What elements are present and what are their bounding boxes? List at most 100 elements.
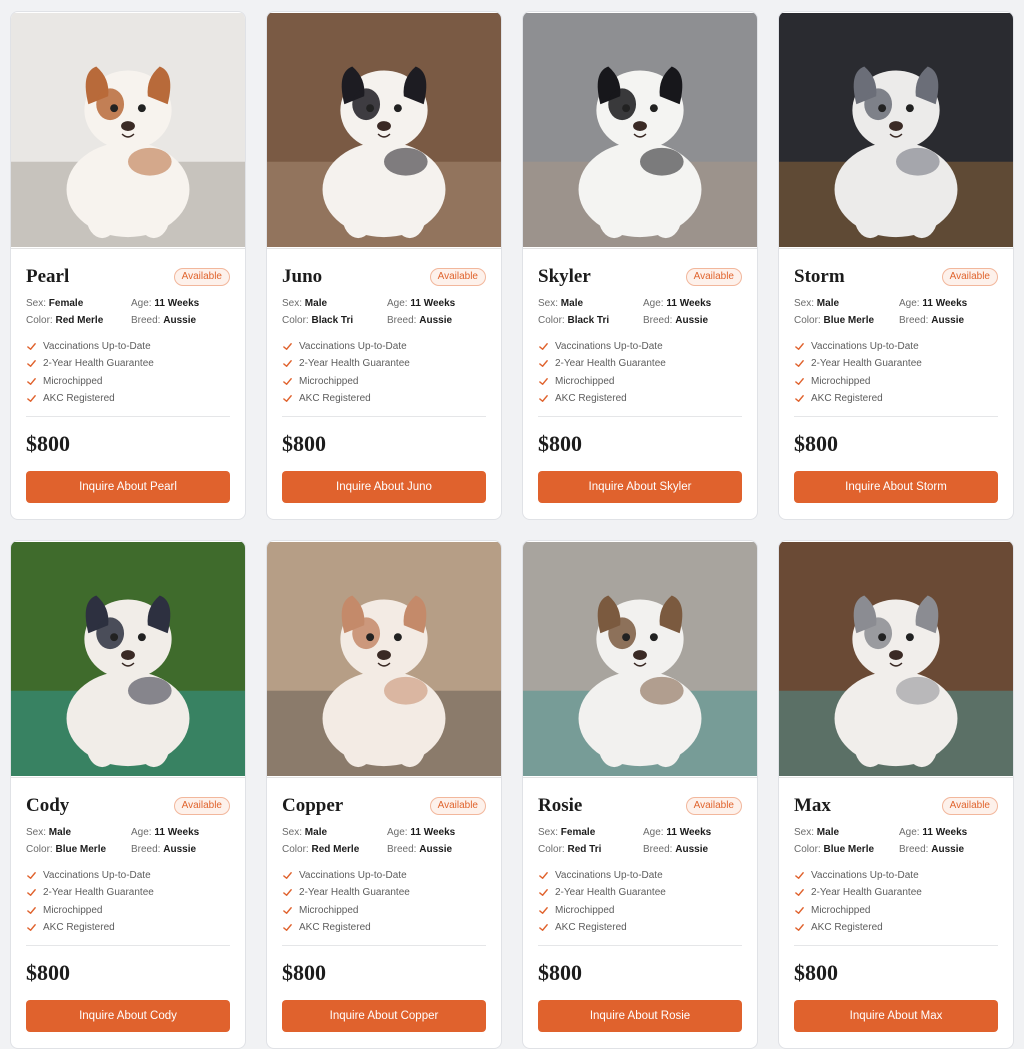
feature-item: Vaccinations Up-to-Date — [282, 338, 486, 355]
divider — [538, 416, 742, 418]
status-badge: Available — [941, 797, 998, 815]
puppy-photo[interactable] — [779, 12, 1013, 249]
puppy-photo[interactable] — [779, 541, 1013, 778]
feature-label: 2-Year Health Guarantee — [43, 887, 154, 899]
puppy-photo[interactable] — [267, 541, 501, 778]
puppy-photo[interactable] — [523, 541, 757, 778]
feature-item: AKC Registered — [26, 390, 230, 407]
puppy-photo[interactable] — [267, 12, 501, 249]
puppy-card[interactable]: Cody Available Sex: Male Age: 11 Weeks Color… — [10, 540, 246, 1049]
spec-sex: Sex: Male — [794, 827, 899, 838]
check-icon — [283, 360, 292, 368]
feature-item: Vaccinations Up-to-Date — [282, 867, 486, 884]
inquire-button[interactable]: Inquire About Pearl — [26, 471, 230, 504]
feature-label: Microchipped — [299, 904, 359, 916]
check-icon — [283, 377, 292, 385]
status-badge: Available — [685, 268, 742, 286]
spec-value: 11 Weeks — [922, 827, 968, 838]
card-body: Pearl Available Sex: Female Age: 11 Weeks Co… — [11, 249, 245, 504]
spec-label: Color: — [26, 315, 53, 326]
puppy-card[interactable]: Rosie Available Sex: Female Age: 11 Weeks Co… — [522, 540, 758, 1049]
puppy-card[interactable]: Pearl Available Sex: Female Age: 11 Weeks Co… — [10, 11, 246, 520]
puppy-card[interactable]: Skyler Available Sex: Male Age: 11 Weeks Col… — [522, 11, 758, 520]
spec-breed: Breed: Aussie — [131, 315, 230, 326]
check-icon — [539, 395, 548, 402]
spec-breed: Breed: Aussie — [387, 315, 486, 326]
feature-item: 2-Year Health Guarantee — [794, 884, 998, 901]
spec-value: Aussie — [931, 315, 965, 326]
spec-value: 11 Weeks — [666, 827, 712, 838]
feature-label: AKC Registered — [299, 393, 371, 405]
inquire-button[interactable]: Inquire About Juno — [282, 471, 486, 504]
spec-color: Color: Red Tri — [538, 844, 643, 855]
spec-age: Age: 11 Weeks — [643, 827, 742, 838]
spec-color: Color: Black Tri — [282, 315, 387, 326]
spec-label: Sex: — [794, 827, 815, 838]
spec-breed: Breed: Aussie — [899, 315, 998, 326]
feature-label: 2-Year Health Guarantee — [299, 358, 410, 370]
spec-value: Male — [816, 827, 840, 838]
puppy-specs: Sex: Female Age: 11 Weeks Color: Red Tri Br… — [538, 827, 742, 855]
feature-item: Microchipped — [538, 373, 742, 390]
spec-value: Red Merle — [55, 315, 104, 326]
inquire-button[interactable]: Inquire About Storm — [794, 471, 998, 504]
puppy-price: $800 — [538, 431, 582, 457]
puppy-card[interactable]: Max Available Sex: Male Age: 11 Weeks Color:… — [778, 540, 1014, 1049]
card-header: Max Available — [794, 794, 998, 818]
feature-label: Vaccinations Up-to-Date — [555, 870, 663, 882]
inquire-button[interactable]: Inquire About Max — [794, 1000, 998, 1033]
spec-sex: Sex: Male — [26, 827, 131, 838]
feature-item: Microchipped — [26, 902, 230, 919]
puppy-photo[interactable] — [523, 12, 757, 249]
spec-sex: Sex: Male — [282, 298, 387, 309]
feature-item: Microchipped — [538, 902, 742, 919]
divider — [538, 945, 742, 947]
spec-label: Age: — [643, 827, 664, 838]
spec-sex: Sex: Male — [538, 298, 643, 309]
spec-value: Male — [48, 827, 72, 838]
spec-age: Age: 11 Weeks — [131, 298, 230, 309]
spec-label: Color: — [538, 844, 565, 855]
puppy-card[interactable]: Juno Available Sex: Male Age: 11 Weeks Color… — [266, 11, 502, 520]
inquire-button[interactable]: Inquire About Copper — [282, 1000, 486, 1033]
puppy-photo[interactable] — [11, 12, 245, 249]
puppy-photo[interactable] — [11, 541, 245, 778]
puppy-price: $800 — [794, 960, 838, 986]
check-icon — [27, 924, 36, 931]
feature-label: AKC Registered — [555, 922, 627, 934]
puppy-card[interactable]: Storm Available Sex: Male Age: 11 Weeks Colo… — [778, 11, 1014, 520]
puppy-specs: Sex: Male Age: 11 Weeks Color: Blue Merle B… — [794, 298, 998, 326]
spec-value: Red Merle — [311, 844, 360, 855]
puppy-specs: Sex: Male Age: 11 Weeks Color: Blue Merle B… — [26, 827, 230, 855]
check-icon — [539, 343, 548, 351]
spec-value: Black Tri — [311, 315, 354, 326]
feature-item: Vaccinations Up-to-Date — [26, 867, 230, 884]
feature-label: 2-Year Health Guarantee — [555, 887, 666, 899]
spec-label: Sex: — [26, 827, 47, 838]
spec-value: Aussie — [931, 844, 965, 855]
check-icon — [795, 360, 804, 368]
spec-color: Color: Blue Merle — [26, 844, 131, 855]
check-icon — [27, 343, 36, 351]
spec-age: Age: 11 Weeks — [131, 827, 230, 838]
inquire-button[interactable]: Inquire About Cody — [26, 1000, 230, 1033]
feature-label: Microchipped — [555, 904, 615, 916]
feature-label: Vaccinations Up-to-Date — [299, 341, 407, 353]
spec-age: Age: 11 Weeks — [643, 298, 742, 309]
puppy-price: $800 — [282, 431, 326, 457]
spec-breed: Breed: Aussie — [387, 844, 486, 855]
spec-label: Age: — [899, 298, 920, 309]
divider — [26, 416, 230, 418]
inquire-button[interactable]: Inquire About Skyler — [538, 471, 742, 504]
spec-color: Color: Black Tri — [538, 315, 643, 326]
check-icon — [539, 872, 548, 880]
puppy-card[interactable]: Copper Available Sex: Male Age: 11 Weeks Col… — [266, 540, 502, 1049]
feature-item: Vaccinations Up-to-Date — [26, 338, 230, 355]
inquire-button[interactable]: Inquire About Rosie — [538, 1000, 742, 1033]
spec-label: Age: — [131, 827, 152, 838]
feature-label: Microchipped — [811, 375, 871, 387]
feature-label: AKC Registered — [555, 393, 627, 405]
check-icon — [795, 872, 804, 880]
puppy-price: $800 — [538, 960, 582, 986]
check-icon — [539, 360, 548, 368]
